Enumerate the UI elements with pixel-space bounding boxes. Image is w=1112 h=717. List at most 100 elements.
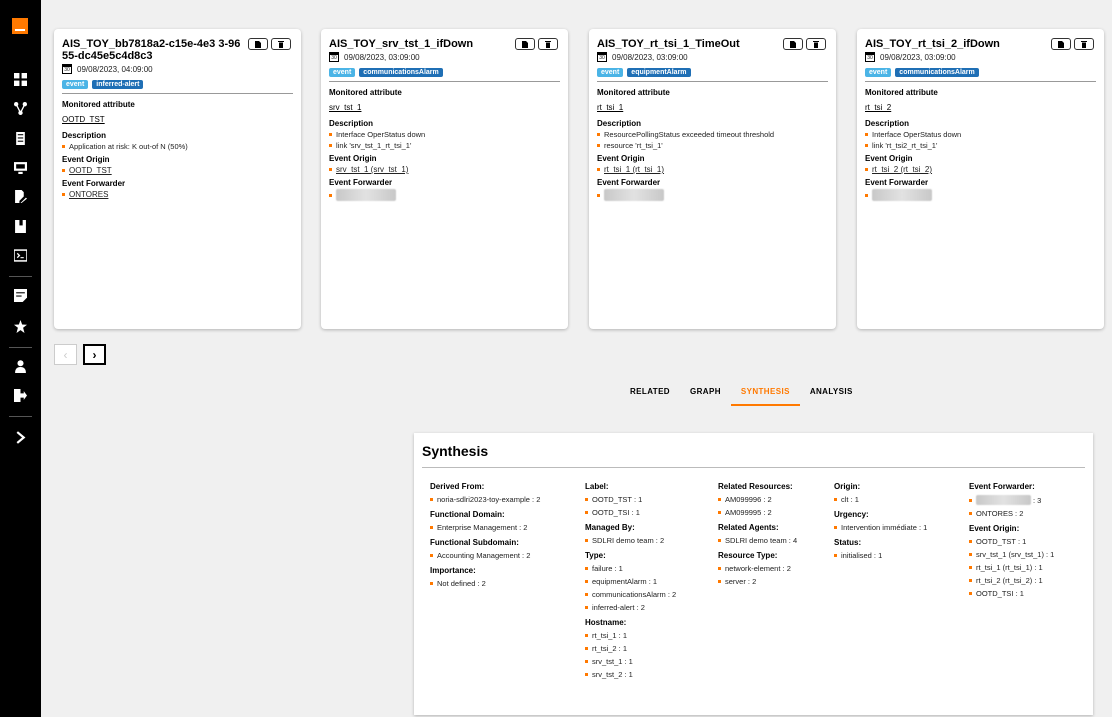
synthesis-item: inferred-alert : 2 (585, 603, 676, 612)
dashboard-icon[interactable] (0, 70, 41, 88)
monitored-link[interactable]: OOTD_TST (62, 115, 105, 124)
synthesis-item: Not defined : 2 (430, 579, 540, 588)
card-divider (865, 81, 1096, 82)
origin-label: Event Origin (329, 154, 377, 163)
description-label: Description (329, 119, 374, 128)
delete-button[interactable] (538, 38, 558, 50)
origin-item: OOTD_TST (62, 166, 293, 175)
origin-label: Event Origin (62, 155, 110, 164)
star-icon[interactable] (0, 317, 41, 335)
card-divider (597, 81, 828, 82)
synthesis-item: SDLRI demo team : 2 (585, 536, 676, 545)
synthesis-item: failure : 1 (585, 564, 676, 573)
card-divider (62, 93, 293, 94)
forwarder-item (865, 189, 1096, 201)
orange-logo[interactable] (12, 18, 28, 34)
synthesis-item: network-element : 2 (718, 564, 797, 573)
description-item: ResourcePollingStatus exceeded timeout t… (597, 130, 828, 139)
synthesis-item: rt_tsi_2 : 1 (585, 644, 676, 653)
sidebar-divider (9, 276, 32, 277)
calendar-icon: 30 (597, 52, 607, 62)
description-item: Application at risk: K out-of N (50%) (62, 142, 293, 151)
synthesis-item: AM099996 : 2 (718, 495, 797, 504)
importance-label: Importance: (430, 566, 476, 575)
monitored-link[interactable]: rt_tsi_2 (865, 103, 891, 112)
logout-icon[interactable] (0, 386, 41, 404)
hostname-label: Hostname: (585, 618, 627, 627)
card-pager: ‹ › (54, 344, 106, 365)
alarm-card[interactable]: AIS_TOY_rt_tsi_2_ifDown 30 09/08/2023, 0… (857, 29, 1104, 329)
forwarder-item (329, 189, 560, 201)
save-button[interactable] (515, 38, 535, 50)
notes-icon[interactable] (0, 286, 41, 304)
synthesis-item: OOTD_TSI : 1 (585, 508, 676, 517)
synthesis-item: server : 2 (718, 577, 797, 586)
forwarder-item (597, 189, 828, 201)
tag-event: event (62, 80, 89, 89)
description-label: Description (597, 119, 642, 128)
tag-kind: communicationsAlarm (895, 68, 979, 77)
monitor-icon[interactable] (0, 158, 41, 176)
label-label: Label: (585, 482, 609, 491)
synthesis-item: communicationsAlarm : 2 (585, 590, 676, 599)
expand-chevron-icon[interactable] (0, 428, 41, 446)
chevron-left-icon: ‹ (63, 347, 68, 362)
origin-link[interactable]: rt_tsi_2 (rt_tsi_2) (872, 165, 932, 174)
card-title: AIS_TOY_bb7818a2-c15e-4e3 3-9655-dc45e5c… (62, 38, 241, 62)
synthesis-item: rt_tsi_1 : 1 (585, 631, 676, 640)
tab-related[interactable]: RELATED (620, 387, 680, 406)
synthesis-item: OOTD_TSI : 1 (969, 589, 1054, 598)
delete-button[interactable] (806, 38, 826, 50)
origin-item: rt_tsi_1 (rt_tsi_1) (597, 165, 828, 174)
synthesis-item: OOTD_TST : 1 (969, 537, 1054, 546)
save-button[interactable] (248, 38, 268, 50)
synthesis-divider (422, 467, 1085, 468)
synthesis-item: Enterprise Management : 2 (430, 523, 540, 532)
document-icon (790, 40, 796, 48)
event-origin-label: Event Origin: (969, 524, 1020, 533)
forwarder-label: Event Forwarder (597, 178, 661, 187)
redacted-value (872, 189, 932, 201)
tab-synthesis[interactable]: SYNTHESIS (730, 387, 800, 406)
description-item: Interface OperStatus down (329, 130, 560, 139)
description-label: Description (62, 131, 107, 140)
user-icon[interactable] (0, 357, 41, 375)
edit-document-icon[interactable] (0, 187, 41, 205)
alarm-card[interactable]: AIS_TOY_srv_tst_1_ifDown 30 09/08/2023, … (321, 29, 568, 329)
save-button[interactable] (783, 38, 803, 50)
monitored-link[interactable]: rt_tsi_1 (597, 103, 623, 112)
terminal-icon[interactable] (0, 246, 41, 264)
topology-icon[interactable] (0, 99, 41, 117)
sidebar-divider (9, 347, 32, 348)
forwarder-link[interactable]: ONTORES (69, 190, 108, 199)
tab-analysis[interactable]: ANALYSIS (800, 387, 863, 406)
trash-icon (813, 40, 819, 48)
synthesis-item-count: : 3 (1033, 495, 1042, 505)
redacted-value (976, 495, 1031, 505)
monitored-link[interactable]: srv_tst_1 (329, 103, 361, 112)
derived-from-label: Derived From: (430, 482, 485, 491)
book-icon[interactable] (0, 217, 41, 235)
card-title: AIS_TOY_rt_tsi_2_ifDown (865, 38, 1000, 50)
delete-button[interactable] (271, 38, 291, 50)
tag-kind: inferred-alert (92, 80, 144, 89)
card-date: 09/08/2023, 04:09:00 (77, 64, 153, 74)
alarm-card[interactable]: AIS_TOY_rt_tsi_1_TimeOut 30 09/08/2023, … (589, 29, 836, 329)
functional-domain-label: Functional Domain: (430, 510, 505, 519)
save-button[interactable] (1051, 38, 1071, 50)
monitored-label: Monitored attribute (62, 100, 135, 109)
tab-graph[interactable]: GRAPH (680, 387, 731, 406)
origin-link[interactable]: OOTD_TST (69, 166, 112, 175)
alarm-card[interactable]: AIS_TOY_bb7818a2-c15e-4e3 3-9655-dc45e5c… (54, 29, 301, 329)
previous-page-button[interactable]: ‹ (54, 344, 77, 365)
related-agents-label: Related Agents: (718, 523, 779, 532)
origin-link[interactable]: rt_tsi_1 (rt_tsi_1) (604, 165, 664, 174)
next-page-button[interactable]: › (83, 344, 106, 365)
origin-link[interactable]: srv_tst_1 (srv_tst_1) (336, 165, 408, 174)
forwarder-label: Event Forwarder (329, 178, 393, 187)
trash-icon (1081, 40, 1087, 48)
delete-button[interactable] (1074, 38, 1094, 50)
list-icon[interactable] (0, 129, 41, 147)
synthesis-item: rt_tsi_1 (rt_tsi_1) : 1 (969, 563, 1054, 572)
view-tabs: RELATED GRAPH SYNTHESIS ANALYSIS (620, 387, 863, 406)
